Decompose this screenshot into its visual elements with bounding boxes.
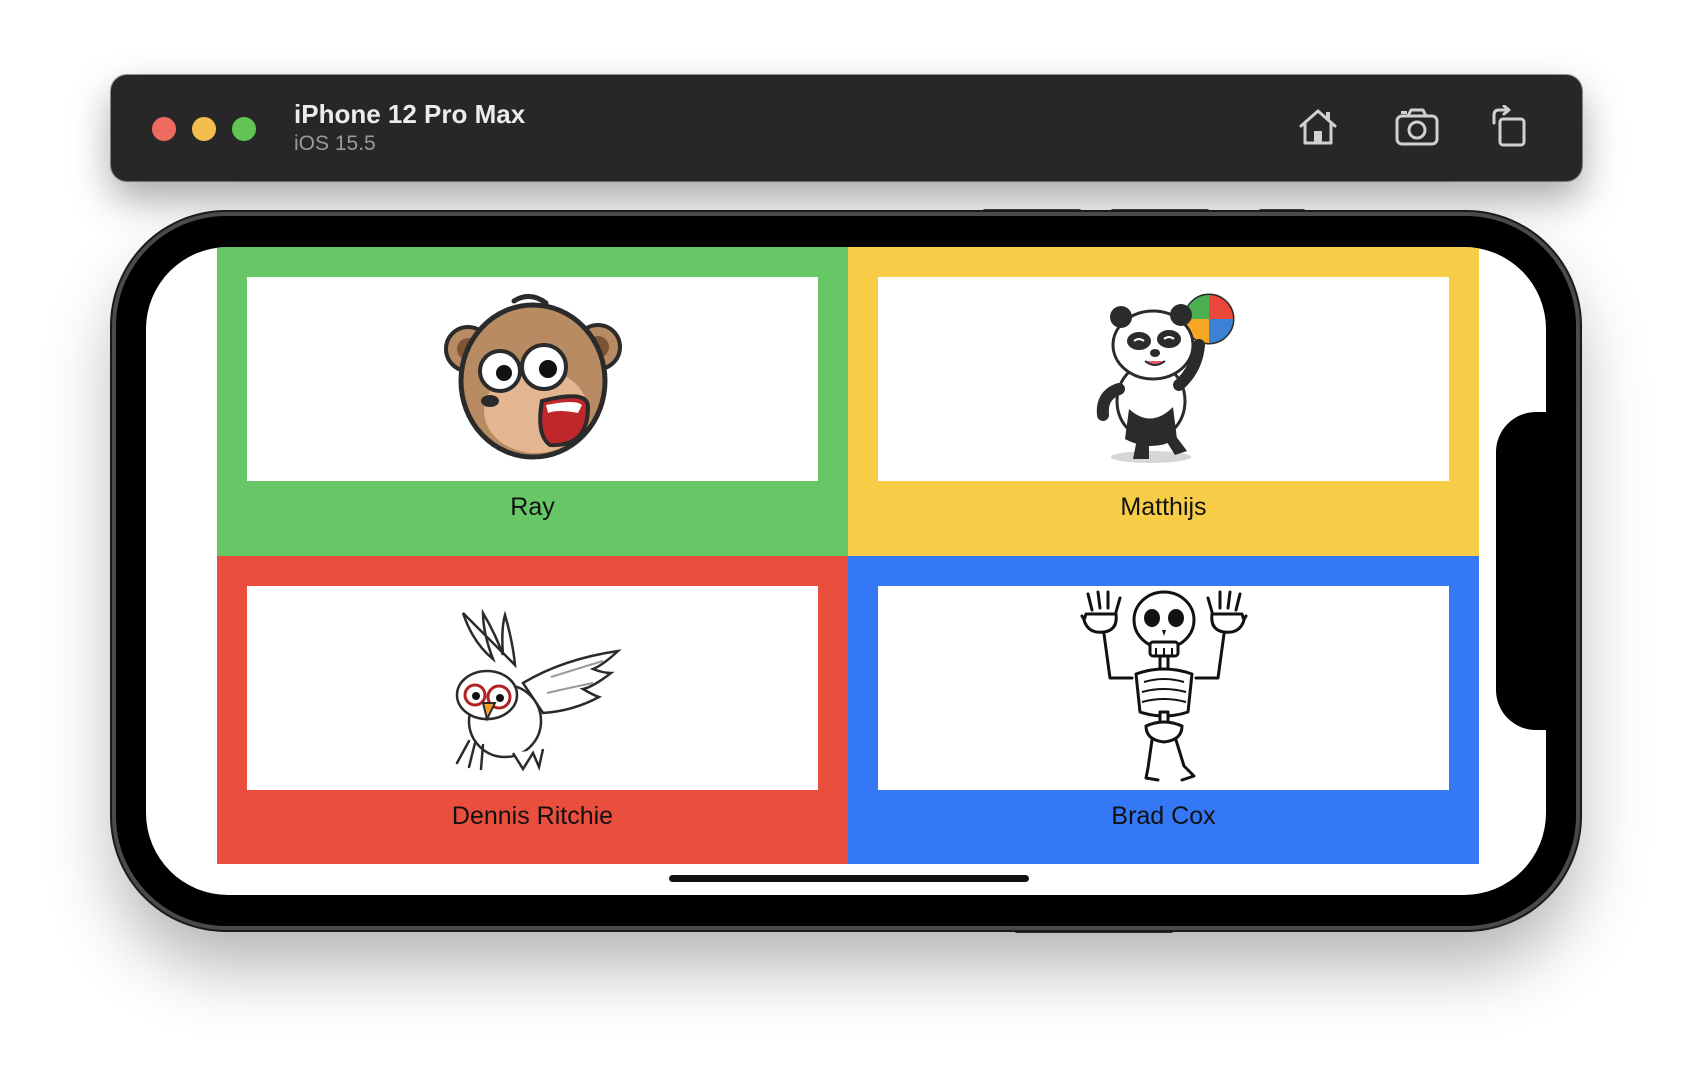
screenshot-icon (1395, 108, 1439, 146)
monkey-icon (443, 294, 622, 460)
owl-icon (455, 607, 622, 771)
skeleton-icon (1080, 590, 1247, 781)
iphone-device: Ray Matthijs Dennis Ritchie Brad Cox (116, 216, 1576, 926)
grid-cell-matthijs[interactable]: Matthijs (848, 247, 1479, 556)
zoom-window-button[interactable] (232, 117, 256, 141)
home-indicator[interactable] (669, 875, 1029, 882)
screenshot-button[interactable] (1393, 103, 1441, 151)
cell-label: Matthijs (1120, 493, 1207, 521)
cell-label: Dennis Ritchie (451, 801, 614, 830)
sensor-notch (1496, 412, 1546, 730)
device-name: iPhone 12 Pro Max (294, 99, 526, 129)
simulator-stage: iPhone 12 Pro Max iOS 15.5 Ray Matthijs … (0, 0, 1692, 1090)
grid-cell-ray[interactable]: Ray (217, 247, 848, 556)
grid-cell-dennis-ritchie[interactable]: Dennis Ritchie (217, 555, 848, 864)
panda-icon (1096, 293, 1234, 463)
os-version: iOS 15.5 (294, 132, 376, 155)
simulator-titlebar: iPhone 12 Pro Max iOS 15.5 (111, 75, 1582, 181)
cell-label: Brad Cox (1111, 801, 1216, 830)
image-card (878, 585, 1449, 790)
home-button[interactable] (1294, 103, 1342, 151)
image-card (247, 277, 818, 481)
image-card (247, 585, 818, 790)
friends-grid: Ray Matthijs Dennis Ritchie Brad Cox (217, 247, 1479, 864)
grid-cell-brad-cox[interactable]: Brad Cox (848, 555, 1479, 864)
minimize-window-button[interactable] (192, 117, 216, 141)
device-screen: Ray Matthijs Dennis Ritchie Brad Cox (146, 247, 1546, 895)
home-icon (1299, 109, 1337, 145)
rotate-icon (1492, 105, 1526, 147)
rotate-button[interactable] (1484, 103, 1532, 151)
close-window-button[interactable] (152, 117, 176, 141)
image-card (878, 277, 1449, 481)
cell-label: Ray (510, 493, 555, 521)
